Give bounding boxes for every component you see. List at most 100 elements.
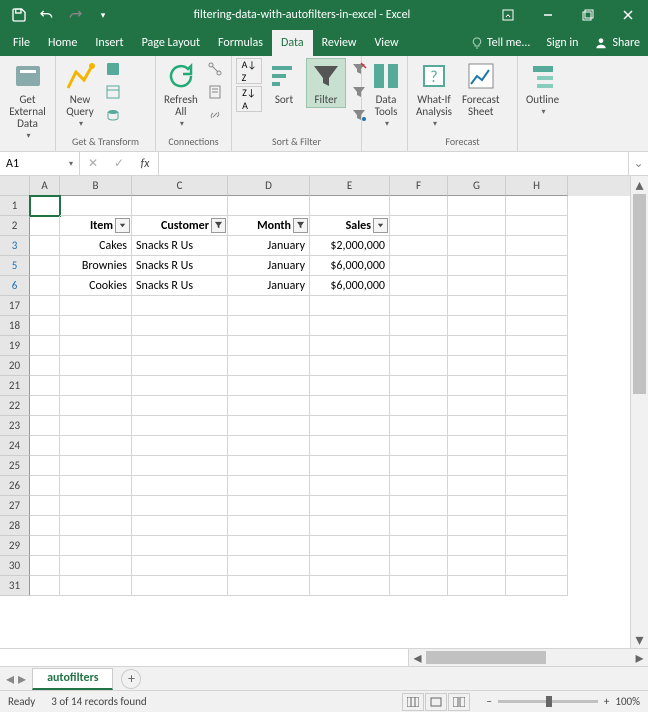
qat-customize-icon[interactable]: ▾	[90, 2, 116, 28]
cell[interactable]: Cookies	[60, 276, 132, 296]
formula-input[interactable]	[159, 152, 628, 175]
page-layout-view-icon[interactable]	[425, 693, 447, 711]
filter-dropdown-icon[interactable]	[293, 218, 308, 233]
scroll-up-icon[interactable]: ▴	[631, 176, 648, 193]
cell[interactable]	[390, 336, 448, 356]
forecast-sheet-button[interactable]: Forecast Sheet	[458, 58, 504, 120]
cell[interactable]	[228, 296, 310, 316]
cell[interactable]	[310, 576, 390, 596]
cell[interactable]	[448, 496, 506, 516]
cell[interactable]	[448, 536, 506, 556]
row-header[interactable]: 27	[0, 496, 30, 516]
cell[interactable]	[448, 336, 506, 356]
cell[interactable]	[30, 236, 60, 256]
zoom-level[interactable]: 100%	[615, 695, 640, 708]
cell[interactable]	[448, 256, 506, 276]
cell[interactable]	[390, 276, 448, 296]
cell[interactable]	[390, 316, 448, 336]
cell[interactable]: $2,000,000	[310, 236, 390, 256]
cell[interactable]	[310, 316, 390, 336]
expand-formula-icon[interactable]: ⌄	[628, 152, 648, 175]
row-header[interactable]: 25	[0, 456, 30, 476]
cell[interactable]	[30, 216, 60, 236]
cell[interactable]	[506, 456, 568, 476]
cell[interactable]	[448, 236, 506, 256]
cell[interactable]	[228, 416, 310, 436]
cell[interactable]	[30, 296, 60, 316]
row-header[interactable]: 2	[0, 216, 30, 236]
scroll-right-icon[interactable]: ▸	[631, 648, 648, 668]
cell[interactable]	[506, 336, 568, 356]
vertical-scrollbar[interactable]: ▴ ▾	[630, 176, 648, 648]
cell[interactable]	[390, 476, 448, 496]
cell[interactable]	[132, 536, 228, 556]
cell[interactable]	[60, 576, 132, 596]
cell[interactable]	[60, 536, 132, 556]
cell[interactable]	[228, 316, 310, 336]
zoom-in-icon[interactable]: +	[604, 695, 609, 708]
cell[interactable]	[310, 476, 390, 496]
cell[interactable]	[132, 556, 228, 576]
chevron-down-icon[interactable]: ▾	[69, 159, 73, 169]
cell[interactable]	[390, 356, 448, 376]
cell[interactable]	[448, 476, 506, 496]
cell[interactable]	[228, 536, 310, 556]
cell[interactable]	[310, 396, 390, 416]
cell[interactable]	[30, 536, 60, 556]
cell[interactable]	[506, 236, 568, 256]
cell[interactable]: January	[228, 256, 310, 276]
cell[interactable]	[448, 576, 506, 596]
cell[interactable]	[228, 196, 310, 216]
row-header[interactable]: 20	[0, 356, 30, 376]
row-header[interactable]: 3	[0, 236, 30, 256]
cell[interactable]	[390, 536, 448, 556]
what-if-button[interactable]: ?What-If Analysis▾	[412, 58, 456, 132]
cell[interactable]	[60, 436, 132, 456]
cell[interactable]	[390, 296, 448, 316]
ribbon-options-icon[interactable]	[488, 0, 528, 30]
cell[interactable]	[448, 416, 506, 436]
cell[interactable]	[30, 416, 60, 436]
cell[interactable]	[132, 376, 228, 396]
cell[interactable]	[506, 416, 568, 436]
cell[interactable]	[506, 196, 568, 216]
cell[interactable]	[506, 216, 568, 236]
cell[interactable]	[506, 276, 568, 296]
cell[interactable]	[228, 456, 310, 476]
zoom-slider[interactable]	[498, 700, 598, 703]
cell[interactable]	[30, 556, 60, 576]
cell[interactable]	[448, 556, 506, 576]
cell[interactable]: Customer	[132, 216, 228, 236]
tab-review[interactable]: Review	[313, 30, 366, 56]
cell[interactable]	[228, 376, 310, 396]
sort-asc-icon[interactable]: A↓Z	[236, 58, 262, 84]
row-header[interactable]: 30	[0, 556, 30, 576]
scroll-left-icon[interactable]: ◂	[409, 648, 426, 668]
cell[interactable]	[448, 456, 506, 476]
cell[interactable]	[60, 376, 132, 396]
cell[interactable]	[132, 416, 228, 436]
cell[interactable]	[60, 316, 132, 336]
row-header[interactable]: 29	[0, 536, 30, 556]
cell[interactable]	[30, 336, 60, 356]
cell[interactable]	[390, 456, 448, 476]
cell[interactable]	[506, 296, 568, 316]
cell[interactable]	[30, 276, 60, 296]
cell[interactable]	[448, 296, 506, 316]
scroll-thumb[interactable]	[633, 194, 646, 394]
cell[interactable]	[228, 516, 310, 536]
cell[interactable]	[132, 296, 228, 316]
refresh-all-button[interactable]: Refresh All▾	[160, 58, 202, 132]
recent-sources-icon[interactable]	[102, 104, 124, 126]
new-query-button[interactable]: New Query▾	[60, 58, 100, 132]
cell[interactable]	[30, 576, 60, 596]
cell[interactable]	[60, 516, 132, 536]
cell[interactable]	[60, 496, 132, 516]
share-button[interactable]: Share	[586, 30, 648, 56]
cell[interactable]	[506, 476, 568, 496]
cell[interactable]	[448, 216, 506, 236]
name-box-input[interactable]	[6, 157, 56, 171]
cell[interactable]	[310, 456, 390, 476]
cell[interactable]	[30, 256, 60, 276]
cell[interactable]	[228, 576, 310, 596]
